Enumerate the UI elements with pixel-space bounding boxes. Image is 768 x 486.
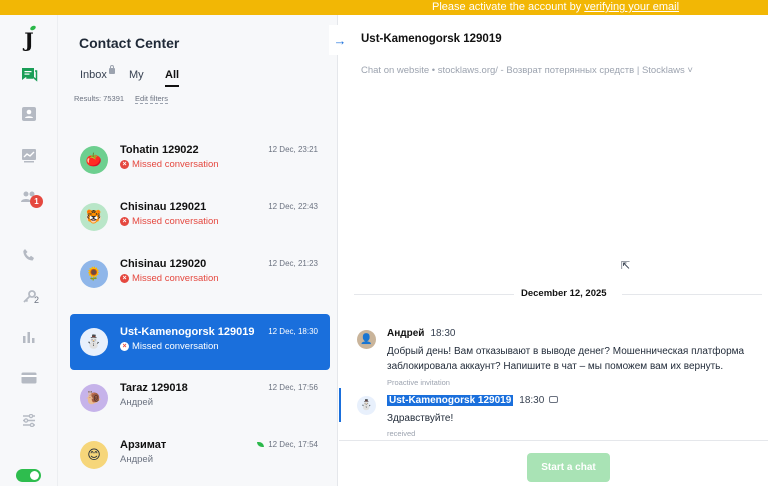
tab-my[interactable]: My bbox=[129, 69, 144, 81]
contact-name: Арзимат bbox=[120, 439, 167, 451]
missed-status: × Missed conversation bbox=[120, 216, 219, 227]
date-separator: December 12, 2025 bbox=[339, 288, 768, 300]
missed-icon: × bbox=[120, 160, 129, 169]
missed-status: × Missed conversation bbox=[120, 273, 219, 284]
list-item[interactable]: 🐯 Chisinau 129021 12 Dec, 22:43 × Missed … bbox=[70, 189, 330, 245]
chat-icon[interactable] bbox=[18, 63, 40, 85]
message-header: Ust-Kamenogorsk 129019 18:30 bbox=[387, 395, 559, 406]
app-logo[interactable]: J bbox=[18, 24, 40, 52]
last-agent: Андрей bbox=[120, 397, 153, 408]
contact-name: Ust-Kamenogorsk 129019 bbox=[120, 326, 255, 338]
chat-bubble-icon bbox=[549, 396, 559, 403]
avatar: 🌻 bbox=[80, 260, 108, 288]
contact-date: 12 Dec, 17:56 bbox=[268, 383, 318, 392]
nav-rail: J 1 2 bbox=[0, 15, 58, 486]
chart-icon[interactable] bbox=[18, 144, 40, 166]
message-header: Андрей 18:30 bbox=[387, 328, 456, 339]
list-item[interactable]: 🌻 Chisinau 129020 12 Dec, 21:23 × Missed … bbox=[70, 246, 330, 302]
avatar: 🐯 bbox=[80, 203, 108, 231]
lock-icon bbox=[108, 65, 115, 74]
message-text: Добрый день! Вам отказывают в выводе ден… bbox=[387, 346, 745, 372]
missed-icon: × bbox=[120, 342, 129, 351]
contact-date: 12 Dec, 18:30 bbox=[268, 327, 318, 336]
missed-icon: × bbox=[120, 217, 129, 226]
list-item-selected[interactable]: ⛄ Ust-Kamenogorsk 129019 12 Dec, 18:30 ×… bbox=[70, 314, 330, 370]
contact-date: 12 Dec, 21:23 bbox=[268, 259, 318, 268]
team-icon[interactable]: 1 bbox=[18, 186, 43, 208]
avatar: 🐌 bbox=[80, 384, 108, 412]
avatar: 😊 bbox=[80, 441, 108, 469]
banner-text: Please activate the account by verifying… bbox=[432, 1, 680, 13]
card-icon[interactable] bbox=[18, 367, 40, 389]
chat-panel: → Ust-Kamenogorsk 129019 Chat on website… bbox=[329, 15, 768, 486]
verify-email-link[interactable]: verifying your email bbox=[584, 1, 679, 13]
contact-name: Taraz 129018 bbox=[120, 382, 188, 394]
message-meta: Proactive invitation bbox=[387, 378, 450, 387]
bar-chart-icon[interactable] bbox=[18, 326, 40, 348]
missed-status: × Missed conversation bbox=[120, 159, 219, 170]
message-text: Здравствуйте! bbox=[387, 413, 454, 424]
list-item[interactable]: 😊 Арзимат 12 Dec, 17:54 Андрей bbox=[70, 427, 330, 483]
contact-date: 12 Dec, 22:43 bbox=[268, 202, 318, 211]
phone-icon[interactable] bbox=[18, 244, 40, 266]
composer-divider bbox=[339, 440, 768, 441]
avatar: ⛄ bbox=[80, 328, 108, 356]
avatar: 🍅 bbox=[80, 146, 108, 174]
chat-title: Ust-Kamenogorsk 129019 bbox=[361, 33, 502, 45]
last-agent: Андрей bbox=[120, 454, 153, 465]
tab-all[interactable]: All bbox=[165, 69, 180, 87]
list-item[interactable]: 🐌 Taraz 129018 12 Dec, 17:56 Андрей bbox=[70, 370, 330, 426]
contact-name: Chisinau 129021 bbox=[120, 201, 207, 213]
contact-name: Chisinau 129020 bbox=[120, 258, 207, 270]
missed-icon: × bbox=[120, 274, 129, 283]
contact-name: Tohatin 129022 bbox=[120, 144, 199, 156]
contact-date: 12 Dec, 23:21 bbox=[268, 145, 318, 154]
message-meta: received bbox=[387, 429, 416, 438]
sliders-icon[interactable] bbox=[18, 409, 40, 431]
visitor-avatar: ⛄ bbox=[357, 396, 376, 415]
tab-inbox[interactable]: Inbox bbox=[80, 65, 115, 81]
logo-leaf-icon bbox=[29, 24, 37, 32]
channel-leaf-icon bbox=[257, 442, 265, 447]
start-chat-button[interactable]: Start a chat bbox=[527, 453, 610, 482]
missed-status: × Missed conversation bbox=[120, 341, 219, 352]
team-badge: 1 bbox=[30, 195, 43, 208]
key-icon[interactable]: 2 bbox=[18, 285, 40, 307]
activation-banner: Please activate the account by verifying… bbox=[0, 0, 768, 15]
contact-card-icon[interactable] bbox=[18, 103, 40, 125]
arrow-right-icon[interactable]: → bbox=[329, 25, 351, 55]
online-status-toggle[interactable] bbox=[16, 469, 41, 482]
panel-title: Contact Center bbox=[79, 35, 180, 51]
results-count: Results: 75391 Edit filters bbox=[74, 94, 168, 104]
agent-avatar: 👤 bbox=[357, 330, 376, 349]
edit-filters-link[interactable]: Edit filters bbox=[135, 94, 168, 104]
message-highlight-bar bbox=[339, 388, 341, 422]
list-item[interactable]: 🍅 Tohatin 129022 12 Dec, 23:21 × Missed c… bbox=[70, 132, 330, 188]
chat-source-dropdown[interactable]: Chat on website • stocklaws.org/ - Возвр… bbox=[361, 65, 693, 76]
mouse-cursor-icon: ⇱ bbox=[621, 260, 631, 272]
contact-list-panel: Contact Center Inbox My All Results: 753… bbox=[58, 15, 338, 486]
contact-date: 12 Dec, 17:54 bbox=[257, 440, 318, 449]
